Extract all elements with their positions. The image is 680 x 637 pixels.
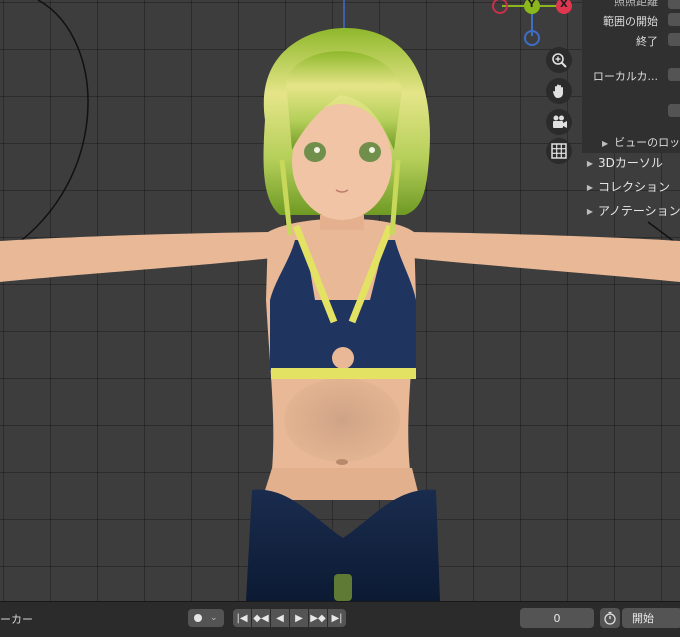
section-collection[interactable]: ▶ コレクション: [582, 178, 680, 200]
character-render: [0, 0, 680, 601]
view-lock-label: ビューのロッ: [614, 136, 680, 149]
start-frame-label: 開始: [632, 612, 654, 625]
hips: [262, 468, 420, 500]
timeline-bar: ーカー ⌄ |◀ ◆◀ ◀ ▶ ▶◆ ▶| 0 開始: [0, 601, 680, 637]
record-dot-icon: [194, 614, 202, 622]
right-arm: [408, 232, 680, 282]
hand-pan-icon: [553, 84, 563, 98]
navel: [336, 459, 348, 465]
section-annotation-label: アノテーション: [598, 204, 680, 218]
jump-to-start-button[interactable]: |◀: [233, 609, 251, 627]
keyframe-toggle[interactable]: ⌄: [188, 609, 224, 627]
3d-viewport[interactable]: Y X 照照距離 範囲の開始 終了 ローカルカ... ▶ ビューのロッ ▶ 3D…: [0, 0, 680, 601]
local-camera-checkbox[interactable]: [668, 68, 680, 81]
play-reverse-button[interactable]: ◀: [271, 609, 289, 627]
expand-triangle-icon: ▶: [586, 207, 594, 216]
range-end-label: 終了: [636, 35, 658, 48]
top-keyhole: [332, 347, 354, 369]
range-start-field[interactable]: [668, 13, 680, 26]
next-keyframe-icon: ▶◆: [310, 612, 326, 624]
marker-menu[interactable]: ーカー: [0, 611, 33, 627]
expand-triangle-icon: ▶: [602, 139, 609, 148]
pan-button[interactable]: [546, 78, 572, 104]
left-arm: [0, 232, 272, 282]
zoom-button[interactable]: [546, 47, 572, 73]
play-button[interactable]: ▶: [290, 609, 308, 627]
abdomen-shading: [284, 378, 400, 462]
range-start-label: 範囲の開始: [603, 15, 658, 28]
expand-triangle-icon: ▶: [586, 183, 594, 192]
clip-distance-field[interactable]: [668, 0, 680, 9]
camera-icon: [553, 115, 567, 128]
next-keyframe-button[interactable]: ▶◆: [309, 609, 327, 627]
expand-triangle-icon: ▶: [586, 159, 594, 168]
jump-end-icon: ▶|: [331, 612, 343, 624]
camera-view-button[interactable]: [546, 109, 572, 135]
navigation-gizmo[interactable]: Y X: [488, 0, 578, 48]
grid-icon: [551, 143, 567, 159]
top-hem-trim: [271, 368, 416, 379]
jump-start-icon: |◀: [236, 612, 248, 624]
jump-to-end-button[interactable]: ▶|: [328, 609, 346, 627]
chevron-down-icon: ⌄: [210, 613, 218, 623]
ortho-toggle-button[interactable]: [546, 138, 572, 164]
current-frame-value: 0: [553, 611, 561, 625]
zipper-pull: [334, 574, 352, 601]
play-icon: ▶: [295, 612, 303, 624]
play-reverse-icon: ◀: [276, 612, 284, 624]
gizmo-y-label: Y: [528, 0, 536, 10]
local-camera-label: ローカルカ...: [592, 70, 658, 83]
clip-distance-label: 照照距離: [614, 0, 658, 8]
prev-keyframe-icon: ◆◀: [253, 612, 269, 624]
section-annotation[interactable]: ▶ アノテーション: [582, 202, 680, 224]
zoom-icon: [552, 53, 567, 68]
section-collection-label: コレクション: [598, 180, 671, 194]
start-frame-field[interactable]: 開始: [622, 608, 680, 628]
gizmo-x-label: X: [560, 0, 568, 10]
camera-outline-arc: [0, 0, 89, 256]
section-3d-cursor[interactable]: ▶ 3Dカーソル: [582, 154, 680, 176]
local-camera-field[interactable]: [668, 104, 680, 117]
view-lock-row[interactable]: ▶ ビューのロッ: [602, 134, 680, 150]
view-properties-section: 照照距離 範囲の開始 終了 ローカルカ... ▶ ビューのロッ: [582, 0, 680, 153]
prev-keyframe-button[interactable]: ◆◀: [252, 609, 270, 627]
section-3d-cursor-label: 3Dカーソル: [598, 156, 663, 170]
range-end-field[interactable]: [668, 33, 680, 46]
sidebar-panel[interactable]: 照照距離 範囲の開始 終了 ローカルカ... ▶ ビューのロッ ▶ 3Dカーソル ▶…: [582, 0, 680, 232]
stopwatch-button[interactable]: [600, 608, 620, 628]
stopwatch-icon: [604, 611, 616, 625]
current-frame-field[interactable]: 0: [520, 608, 594, 628]
